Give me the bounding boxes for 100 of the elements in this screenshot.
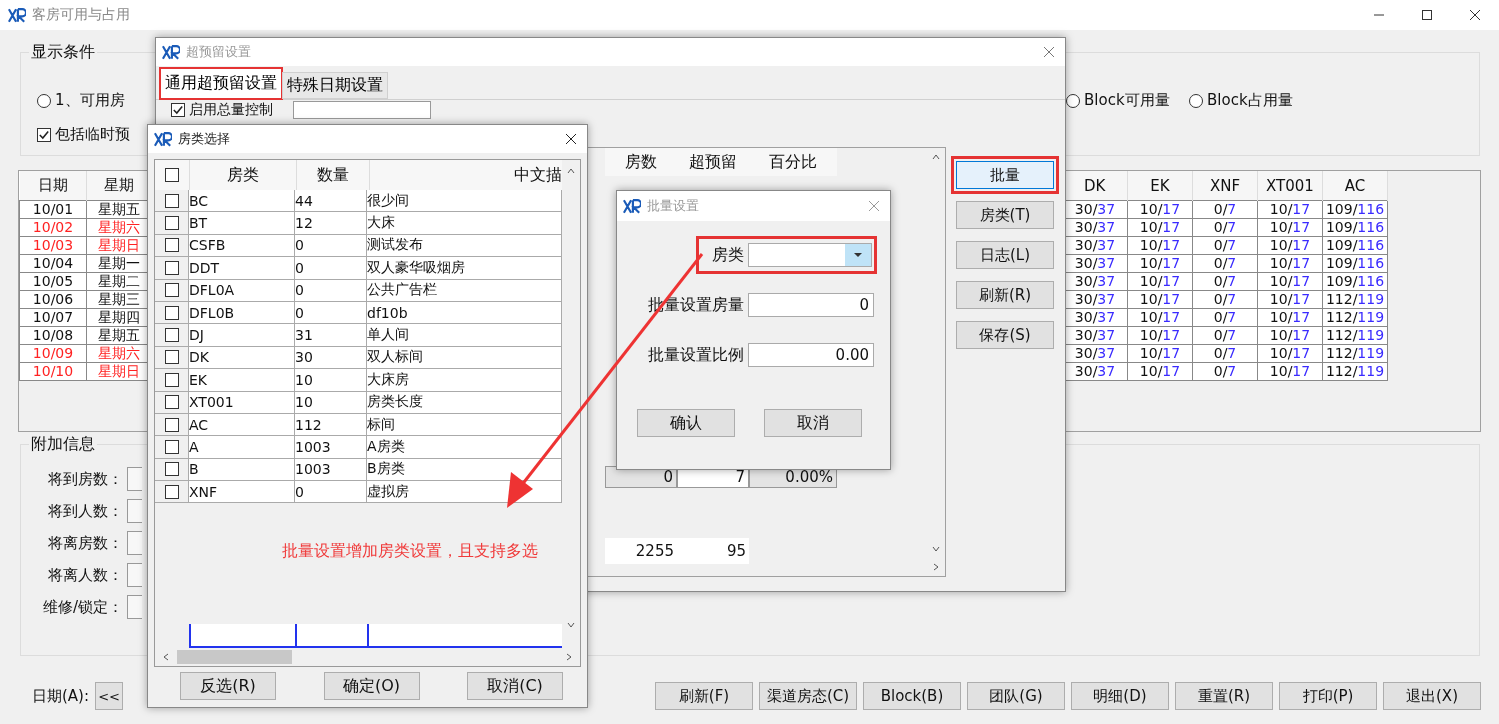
input-field[interactable] [127,467,142,491]
radio-option[interactable]: 1、可用房 [37,91,125,110]
dialog-title: 批量设置 [647,197,699,215]
checkbox[interactable] [164,462,179,477]
dialog-button[interactable]: 反选(R) [180,672,276,700]
scroll-up-icon[interactable] [566,166,576,176]
field-label: 将到人数： [47,501,123,521]
checkbox[interactable] [164,372,179,387]
table-cell: 10/17 [1257,272,1323,291]
column-header: EK [1127,171,1193,201]
toolbar-button[interactable]: 刷新(F) [655,682,753,710]
table-cell: 大床 [367,212,562,235]
toolbar-button[interactable]: 渠道房态(C) [759,682,857,710]
annotation-text: 批量设置增加房类设置，且支持多选 [282,541,538,563]
table-cell: 0/7 [1192,308,1258,327]
dialog-button[interactable]: 确认 [637,409,735,437]
table-cell: 0/7 [1192,326,1258,345]
input-field[interactable] [127,531,142,555]
table-cell: 10 [295,369,367,392]
column-header: XNF [1192,171,1258,201]
action-button[interactable]: 房类(T) [956,201,1054,229]
checkbox[interactable] [164,260,179,275]
close-icon[interactable] [1469,9,1481,21]
dropdown-field[interactable] [748,243,872,267]
dialog-button[interactable]: 确定(O) [323,672,420,700]
toolbar-button[interactable]: 打印(P) [1279,682,1377,710]
previous-button[interactable]: << [95,682,124,710]
table-cell: A [189,436,295,459]
field-label: 维修/锁定： [41,597,123,617]
table-cell: 112/119 [1322,290,1388,309]
input-field[interactable]: 0.00 [748,343,874,367]
table-cell: 10/17 [1257,344,1323,363]
group-title: 显示条件 [29,42,97,63]
action-button[interactable]: 日志(L) [956,241,1054,269]
checkbox[interactable] [164,305,179,320]
scroll-right-icon[interactable] [931,562,941,572]
input-field[interactable] [293,101,431,119]
table-cell: 0/7 [1192,362,1258,381]
checkbox[interactable] [164,238,179,253]
toolbar-button[interactable]: 明细(D) [1071,682,1169,710]
checkbox[interactable] [164,283,179,298]
table-cell: 10/17 [1257,290,1323,309]
table-cell: 10/17 [1127,272,1193,291]
table-cell: 10/17 [1257,326,1323,345]
column-header: 日期 [19,171,87,201]
toolbar-button[interactable]: Block(B) [863,682,961,710]
scroll-left-icon[interactable] [161,652,171,662]
action-button[interactable]: 保存(S) [956,321,1054,349]
toolbar-button[interactable]: 重置(R) [1175,682,1273,710]
table-cell: 1003 [295,436,367,459]
checkbox[interactable] [164,328,179,343]
table-cell: 10/17 [1127,290,1193,309]
field-label: 将离人数： [47,565,123,585]
table-cell: 109/116 [1322,236,1388,255]
field-label: 将离房数： [47,533,123,553]
checkbox[interactable] [164,417,179,432]
checkbox-option[interactable]: 包括临时预 [37,125,130,144]
table-cell: 10 [295,391,367,414]
dialog-button[interactable]: 取消 [764,409,862,437]
checkmark-icon [172,104,184,116]
checkbox-option[interactable]: 启用总量控制 [171,101,273,119]
action-button[interactable]: 刷新(R) [956,281,1054,309]
input-field[interactable] [127,563,142,587]
date-label: 日期(A): [32,686,90,706]
checkbox[interactable] [164,440,179,454]
scroll-right-icon[interactable] [564,652,574,662]
input-field[interactable]: 0 [748,293,874,317]
scroll-down-icon[interactable] [931,544,941,554]
checkbox[interactable] [164,395,179,410]
toolbar-button[interactable]: 团队(G) [967,682,1065,710]
checkbox[interactable] [164,216,179,231]
table-cell: 0/7 [1192,272,1258,291]
table-cell: 0 [295,279,367,302]
column-header: XT001 [1257,171,1323,201]
tab[interactable]: 通用超预留设置 [160,68,282,99]
field-label: 房类 [712,244,744,266]
toolbar-button[interactable]: 退出(X) [1383,682,1481,710]
table-cell: 10/17 [1257,254,1323,273]
app-logo-icon [154,131,172,147]
scroll-up-icon[interactable] [931,152,941,162]
scroll-down-icon[interactable] [566,620,576,630]
radio-option[interactable]: Block占用量 [1189,91,1293,110]
scrollbar-thumb[interactable] [177,650,292,664]
total-cell: 2255 [605,538,677,564]
table-cell: 10/17 [1257,308,1323,327]
input-field[interactable] [127,595,142,619]
checkbox[interactable] [164,484,179,499]
checkbox[interactable] [164,350,179,365]
column-header: 房数 [605,148,677,176]
maximize-icon[interactable] [1421,9,1433,21]
input-field[interactable] [127,499,142,523]
checkbox[interactable] [164,193,179,208]
table-cell: 0/7 [1192,236,1258,255]
tab[interactable]: 特殊日期设置 [282,72,388,99]
dialog-button[interactable]: 取消(C) [467,672,563,700]
field-label: 将到房数： [47,469,123,489]
table-cell: 10/17 [1257,362,1323,381]
checkbox[interactable] [165,168,179,182]
close-icon[interactable] [565,133,577,145]
app-logo-icon [8,7,26,23]
